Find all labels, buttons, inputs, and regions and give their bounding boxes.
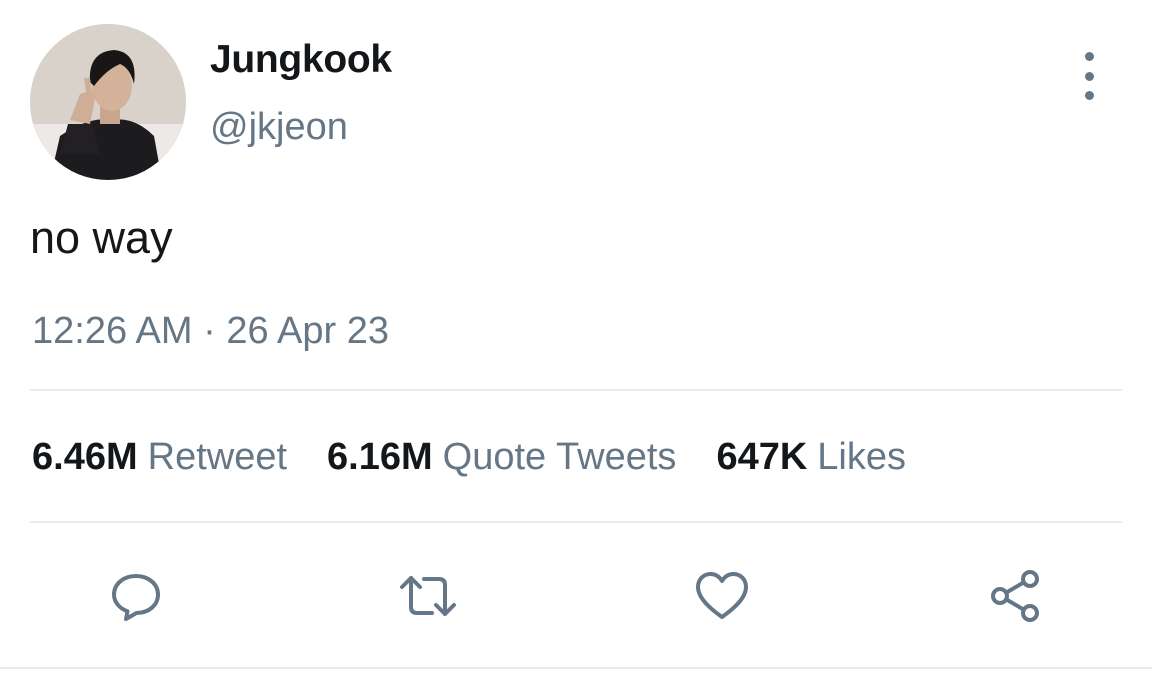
stat-label: Likes (817, 436, 906, 478)
like-button[interactable] (692, 566, 752, 626)
divider (0, 667, 1152, 669)
stat-label: Retweet (147, 436, 288, 478)
likes-count[interactable]: 647K Likes (716, 436, 906, 479)
stat-label: Quote Tweets (442, 436, 677, 478)
share-icon (991, 570, 1039, 622)
more-dot (1084, 91, 1094, 100)
user-handle[interactable]: @jkjeon (210, 106, 348, 149)
divider (30, 389, 1122, 391)
stat-count: 6.46M (32, 436, 138, 478)
more-dot (1084, 52, 1094, 61)
retweet-button[interactable] (398, 566, 458, 626)
avatar[interactable] (30, 24, 186, 180)
share-button[interactable] (986, 566, 1046, 626)
reply-button[interactable] (106, 566, 166, 626)
reply-icon (112, 574, 160, 621)
stat-count: 6.16M (327, 436, 433, 478)
retweet-icon (400, 576, 456, 616)
tweet-timestamp[interactable]: 12:26 AM · 26 Apr 23 (32, 310, 389, 353)
tweet-card: Jungkook @jkjeon no way 12:26 AM · 26 Ap… (0, 0, 1152, 687)
tweet-stats: 6.46M Retweet 6.16M Quote Tweets 647K Likes (32, 436, 946, 479)
retweet-count[interactable]: 6.46M Retweet (32, 436, 287, 479)
more-dot (1084, 71, 1094, 81)
more-options-button[interactable] (1068, 52, 1110, 100)
display-name[interactable]: Jungkook (210, 38, 392, 82)
quote-tweets-count[interactable]: 6.16M Quote Tweets (327, 436, 676, 479)
like-icon (696, 572, 748, 619)
tweet-text: no way (30, 212, 173, 263)
stat-count: 647K (716, 436, 808, 478)
divider (30, 521, 1122, 523)
